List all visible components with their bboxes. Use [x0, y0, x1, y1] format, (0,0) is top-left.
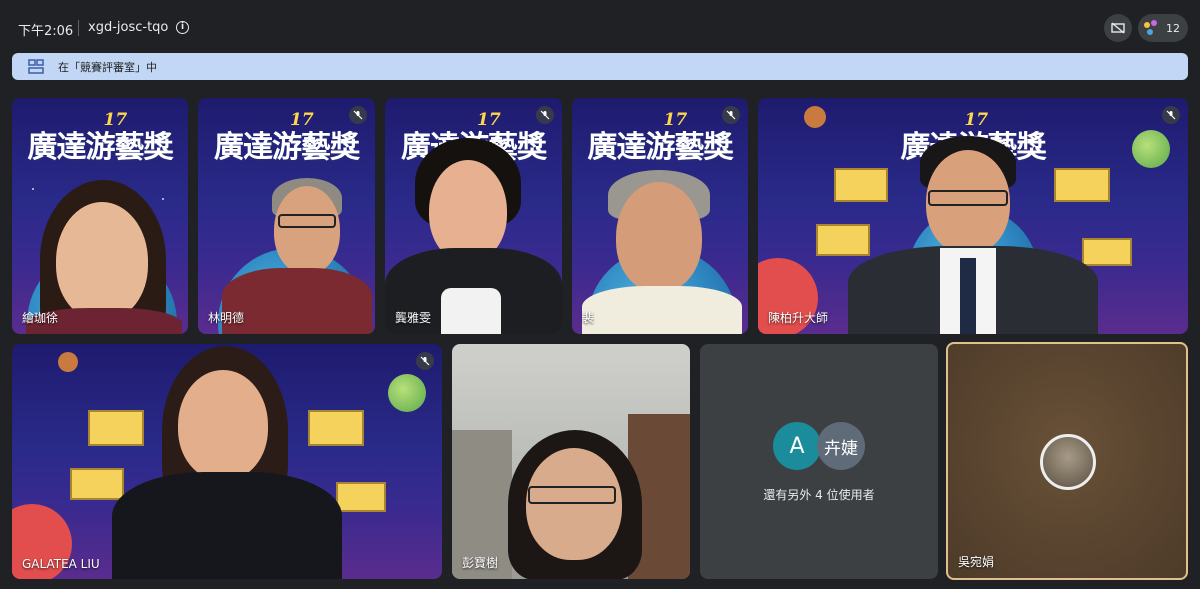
glasses	[278, 214, 336, 228]
avatar-letter: A	[789, 433, 805, 459]
info-icon[interactable]: i	[176, 21, 189, 34]
meeting-top-bar: 下午2:06 xgd-josc-tqo i 12	[0, 0, 1200, 52]
screen-share-off-button[interactable]	[1104, 14, 1132, 42]
torso	[222, 268, 372, 334]
poster-panel	[336, 482, 386, 512]
face	[178, 370, 268, 480]
planet-decoration	[58, 352, 78, 372]
face	[429, 160, 507, 262]
participant-name: 彭寶樹	[462, 556, 499, 570]
participant-name: 龔雅雯	[395, 311, 432, 325]
participant-tile[interactable]: 吳宛娟	[946, 342, 1188, 580]
clock-time: 下午2:06	[18, 24, 74, 39]
mic-off-icon	[1162, 106, 1180, 124]
participant-tile[interactable]: 彭寶樹	[452, 344, 690, 579]
poster-panel	[834, 168, 888, 202]
planet-decoration	[804, 106, 826, 128]
participant-name: 繪珈徐	[22, 311, 59, 325]
participant-tile[interactable]: GALATEA LIU	[12, 344, 442, 579]
breakout-rooms-icon	[28, 59, 44, 74]
face	[616, 182, 702, 292]
present-off-icon	[1111, 22, 1125, 34]
poster-title: 廣達游藝獎	[27, 130, 174, 165]
face	[274, 186, 340, 274]
avatar: A	[773, 422, 821, 470]
planet-decoration	[388, 374, 426, 412]
breakout-room-text: 在「競賽評審室」中	[58, 61, 157, 74]
participant-name: 吳宛娟	[958, 555, 995, 569]
participant-tile[interactable]: 17 廣達游藝獎 林明德	[198, 98, 375, 334]
participant-name: GALATEA LIU	[22, 557, 100, 571]
poster-panel	[70, 468, 124, 500]
mic-off-icon	[536, 106, 554, 124]
divider	[78, 20, 79, 36]
torso	[112, 472, 342, 579]
poster-title: 廣達游藝獎	[587, 130, 734, 165]
poster-panel	[1082, 238, 1132, 266]
avatar	[1040, 434, 1096, 490]
shirt	[441, 288, 501, 334]
participants-count: 12	[1166, 21, 1180, 35]
participant-name: 陳柏升大師	[768, 311, 829, 325]
participant-tile[interactable]: 17 廣達游藝獎 裴	[572, 98, 748, 334]
participant-name: 林明德	[208, 311, 245, 325]
poster-panel	[88, 410, 144, 446]
others-tile[interactable]: A 卉婕 還有另外 4 位使用者	[700, 344, 938, 579]
poster-panel	[1054, 168, 1110, 202]
participant-name: 裴	[582, 311, 595, 325]
poster-panel	[816, 224, 870, 256]
face	[56, 202, 148, 320]
star-decoration	[32, 188, 34, 190]
participant-tile[interactable]: 17 廣達游藝獎 龔雅雯	[385, 98, 562, 334]
planet-decoration	[1132, 130, 1170, 168]
avatar: 卉婕	[817, 422, 865, 470]
mic-off-icon	[349, 106, 367, 124]
torso	[582, 286, 742, 334]
star-decoration	[162, 198, 164, 200]
participants-button[interactable]: 12	[1138, 14, 1188, 42]
tie	[960, 258, 976, 334]
breakout-room-banner: 在「競賽評審室」中	[12, 53, 1188, 80]
participant-tile[interactable]: 17 廣達游藝獎 陳柏升大師	[758, 98, 1188, 334]
avatar-name: 卉婕	[824, 438, 858, 459]
participant-tile[interactable]: 17 廣達游藝獎 繪珈徐	[12, 98, 188, 334]
glasses	[528, 486, 616, 504]
poster-title: 廣達游藝獎	[214, 130, 360, 165]
face	[526, 448, 622, 560]
meeting-code: xgd-josc-tqo	[88, 20, 169, 35]
glasses	[928, 190, 1008, 206]
participants-avatars-icon	[1144, 20, 1160, 36]
others-count-text: 還有另外 4 位使用者	[763, 488, 875, 502]
mic-off-icon	[416, 352, 434, 370]
poster-panel	[308, 410, 364, 446]
mic-off-icon	[722, 106, 740, 124]
